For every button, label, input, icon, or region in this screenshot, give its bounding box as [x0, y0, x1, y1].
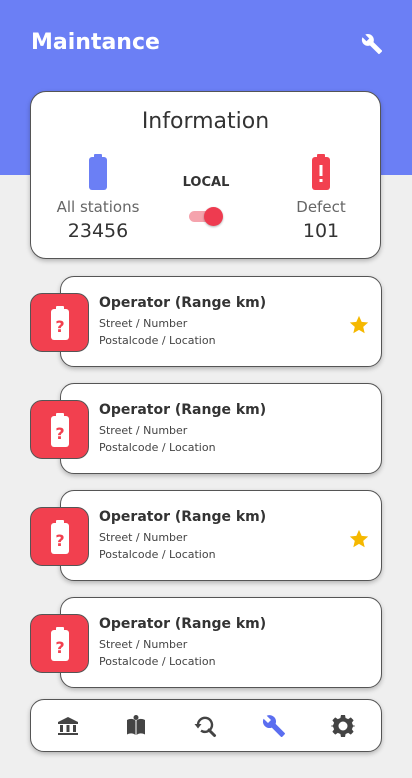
defect-stat: Defect 101 [281, 154, 361, 242]
battery-unknown-icon: ? [51, 520, 69, 554]
battery-unknown-icon: ? [51, 627, 69, 661]
station-location: Postalcode / Location [99, 655, 216, 668]
station-status-badge: ? [30, 400, 89, 459]
all-stations-value: 23456 [67, 220, 129, 242]
station-status-badge: ? [30, 293, 89, 352]
battery-alert-icon [312, 154, 330, 190]
bottom-navigation [30, 699, 382, 752]
gear-icon[interactable] [331, 714, 355, 738]
book-icon[interactable] [124, 714, 148, 738]
station-street: Street / Number [99, 638, 188, 651]
station-street: Street / Number [99, 424, 188, 437]
station-location: Postalcode / Location [99, 441, 216, 454]
station-street: Street / Number [99, 317, 188, 330]
wrench-icon[interactable] [361, 33, 383, 55]
information-card: Information All stations 23456 LOCAL Def… [30, 91, 381, 259]
search-history-icon[interactable] [193, 714, 217, 738]
station-location: Postalcode / Location [99, 548, 216, 561]
defect-label: Defect [296, 198, 346, 216]
station-card[interactable]: Operator (Range km) Street / Number Postal… [60, 490, 382, 581]
station-card[interactable]: Operator (Range km) Street / Number Postal… [60, 383, 382, 474]
station-title: Operator (Range km) [99, 402, 267, 418]
local-mode-toggle[interactable] [189, 207, 223, 226]
station-status-badge: ? [30, 614, 89, 673]
station-status-badge: ? [30, 507, 89, 566]
svg-text:?: ? [55, 424, 64, 443]
svg-text:?: ? [55, 638, 64, 657]
bank-icon[interactable] [56, 714, 80, 738]
station-street: Street / Number [99, 531, 188, 544]
station-title: Operator (Range km) [99, 509, 267, 525]
battery-unknown-icon: ? [51, 306, 69, 340]
battery-unknown-icon: ? [51, 413, 69, 447]
station-card[interactable]: Operator (Range km) Street / Number Postal… [60, 276, 382, 367]
favorite-star-icon[interactable] [348, 314, 370, 336]
wrench-icon[interactable] [262, 714, 286, 738]
svg-text:?: ? [55, 317, 64, 336]
svg-text:?: ? [55, 531, 64, 550]
battery-icon [89, 154, 107, 190]
station-card[interactable]: Operator (Range km) Street / Number Postal… [60, 597, 382, 688]
information-title: Information [141, 109, 270, 134]
toggle-knob [204, 207, 223, 226]
all-stations-stat: All stations 23456 [53, 154, 143, 242]
station-title: Operator (Range km) [99, 616, 267, 632]
all-stations-label: All stations [56, 198, 140, 216]
local-mode-label: LOCAL [182, 175, 230, 190]
page-title: Maintance [31, 30, 160, 55]
station-title: Operator (Range km) [99, 295, 267, 311]
defect-value: 101 [302, 220, 340, 242]
station-location: Postalcode / Location [99, 334, 216, 347]
favorite-star-icon[interactable] [348, 528, 370, 550]
